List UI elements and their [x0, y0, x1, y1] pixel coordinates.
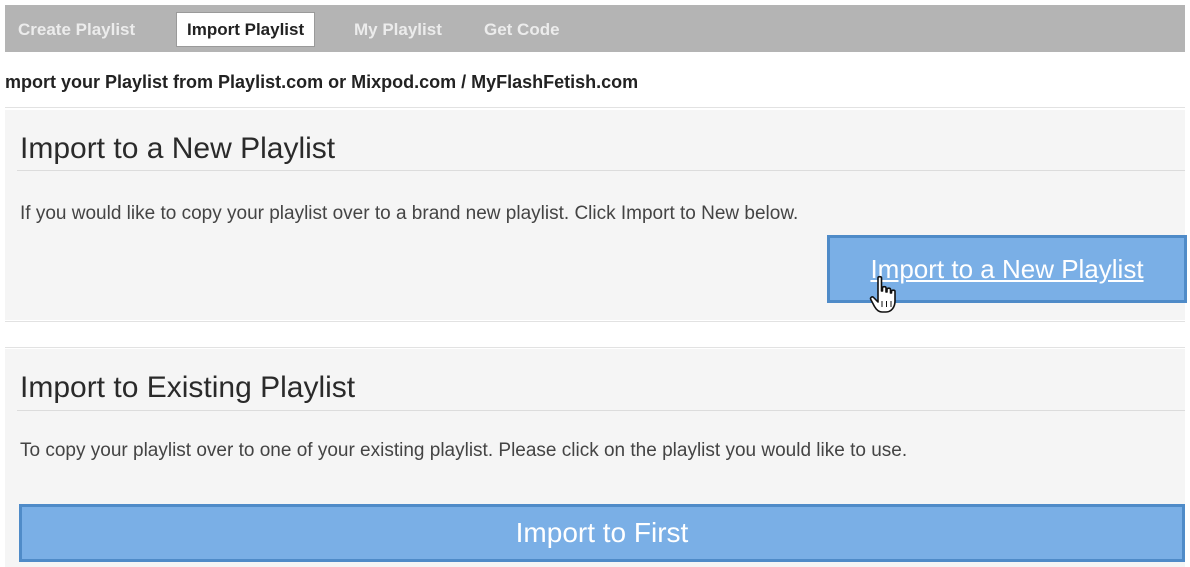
tab-create-playlist[interactable]: Create Playlist	[18, 12, 135, 47]
import-to-first-button[interactable]: Import to First	[19, 504, 1185, 562]
existing-playlist-section: Import to Existing Playlist To copy your…	[5, 349, 1185, 567]
tab-import-playlist[interactable]: Import Playlist	[176, 12, 316, 47]
divider	[5, 347, 1185, 348]
new-section-description: If you would like to copy your playlist …	[20, 203, 799, 224]
existing-section-title-rule	[17, 410, 1185, 411]
tab-my-playlist[interactable]: My Playlist	[354, 12, 442, 47]
new-section-title-rule	[17, 170, 1185, 171]
divider	[5, 321, 1185, 322]
divider	[5, 107, 1185, 108]
new-playlist-section: Import to a New Playlist If you would li…	[5, 110, 1187, 320]
page-subtitle: mport your Playlist from Playlist.com or…	[5, 72, 639, 92]
existing-section-description: To copy your playlist over to one of you…	[20, 440, 908, 461]
existing-section-title: Import to Existing Playlist	[20, 371, 356, 404]
hand-pointer-icon	[869, 275, 896, 313]
tab-get-code[interactable]: Get Code	[484, 12, 560, 47]
tab-bar: Create Playlist Import Playlist My Playl…	[5, 5, 1185, 52]
new-section-title: Import to a New Playlist	[20, 132, 336, 165]
